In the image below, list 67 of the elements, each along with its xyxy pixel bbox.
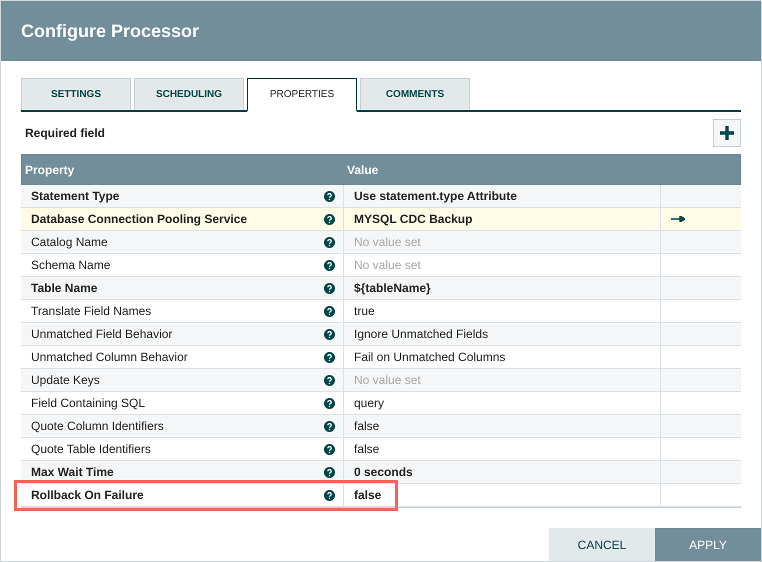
help-icon[interactable] (324, 282, 335, 294)
add-property-button[interactable] (713, 119, 741, 147)
tab[interactable]: PROPERTIES (247, 78, 357, 112)
table-row[interactable]: Field Containing SQL query (21, 392, 741, 415)
column-header: Property (24, 162, 76, 176)
help-icon[interactable] (324, 420, 335, 432)
property-value: MYSQL CDC Backup (354, 212, 472, 226)
property-name: Table Name (31, 281, 98, 295)
property-name: Unmatched Field Behavior (31, 327, 172, 341)
property-value: 0 seconds (354, 465, 413, 479)
window-title: Configure Processor (21, 20, 200, 42)
arrow-icon[interactable] (671, 216, 685, 222)
property-value: true (354, 304, 375, 318)
property-name: Database Connection Pooling Service (31, 212, 248, 226)
property-name: Max Wait Time (31, 465, 114, 479)
property-name: Field Containing SQL (31, 396, 146, 410)
help-icon[interactable] (324, 190, 335, 202)
table-row[interactable]: Statement Type Use statement.type Attribute (21, 185, 741, 208)
property-name: Quote Table Identifiers (31, 442, 151, 456)
help-icon[interactable] (324, 490, 335, 500)
table-row[interactable]: Update Keys No value set (21, 369, 741, 392)
property-name: Translate Field Names (31, 304, 152, 318)
property-value: Fail on Unmatched Columns (354, 350, 506, 364)
property-name: Schema Name (31, 258, 110, 272)
column-header: Value (346, 162, 380, 176)
property-name: Update Keys (31, 373, 100, 387)
property-name: Unmatched Column Behavior (31, 350, 188, 364)
property-value: No value set (354, 235, 421, 249)
help-icon[interactable] (324, 374, 335, 386)
plus-icon (720, 126, 734, 140)
help-icon[interactable] (324, 306, 335, 316)
property-value: query (354, 396, 384, 410)
table-row[interactable]: Catalog Name No value set (21, 231, 741, 254)
table-row[interactable]: Quote Table Identifiers false (21, 438, 741, 461)
table-row[interactable]: Translate Field Names true (21, 300, 741, 323)
help-icon[interactable] (324, 328, 335, 340)
table-row[interactable]: Unmatched Column Behavior Fail on Unmatched Columns (21, 346, 741, 369)
help-icon[interactable] (324, 352, 335, 362)
property-value: ${tableName} (354, 281, 431, 295)
help-icon[interactable] (324, 236, 335, 248)
property-value: Ignore Unmatched Fields (354, 327, 488, 341)
tab[interactable]: SETTINGS (21, 78, 131, 110)
property-value: No value set (354, 258, 421, 272)
help-icon[interactable] (324, 466, 335, 478)
property-name: Quote Column Identifiers (31, 419, 164, 433)
help-icon[interactable] (324, 260, 335, 270)
property-value: false (354, 488, 382, 502)
table-row[interactable]: Quote Column Identifiers false (21, 415, 741, 438)
help-icon[interactable] (324, 398, 335, 408)
help-icon[interactable] (324, 214, 335, 224)
property-name: Statement Type (31, 189, 120, 203)
required-field-label: Required field (24, 126, 106, 140)
table-row[interactable]: Max Wait Time 0 seconds (21, 461, 741, 484)
tab[interactable]: COMMENTS (360, 78, 470, 110)
table-row[interactable]: Unmatched Field Behavior Ignore Unmatched Fields (21, 323, 741, 346)
table-row[interactable]: Database Connection Pooling Service MYSQL CDC Backup (21, 208, 741, 231)
property-name: Catalog Name (31, 235, 108, 249)
property-value: No value set (354, 373, 421, 387)
cancel-button[interactable]: CANCEL (549, 528, 655, 561)
property-value: false (354, 442, 380, 456)
table-row[interactable]: Schema Name No value set (21, 254, 741, 277)
table-row[interactable]: Table Name ${tableName} (21, 277, 741, 300)
tab[interactable]: SCHEDULING (134, 78, 244, 110)
property-value: Use statement.type Attribute (354, 189, 517, 203)
property-value: false (354, 419, 380, 433)
help-icon[interactable] (324, 444, 335, 454)
property-name: Rollback On Failure (31, 488, 144, 502)
